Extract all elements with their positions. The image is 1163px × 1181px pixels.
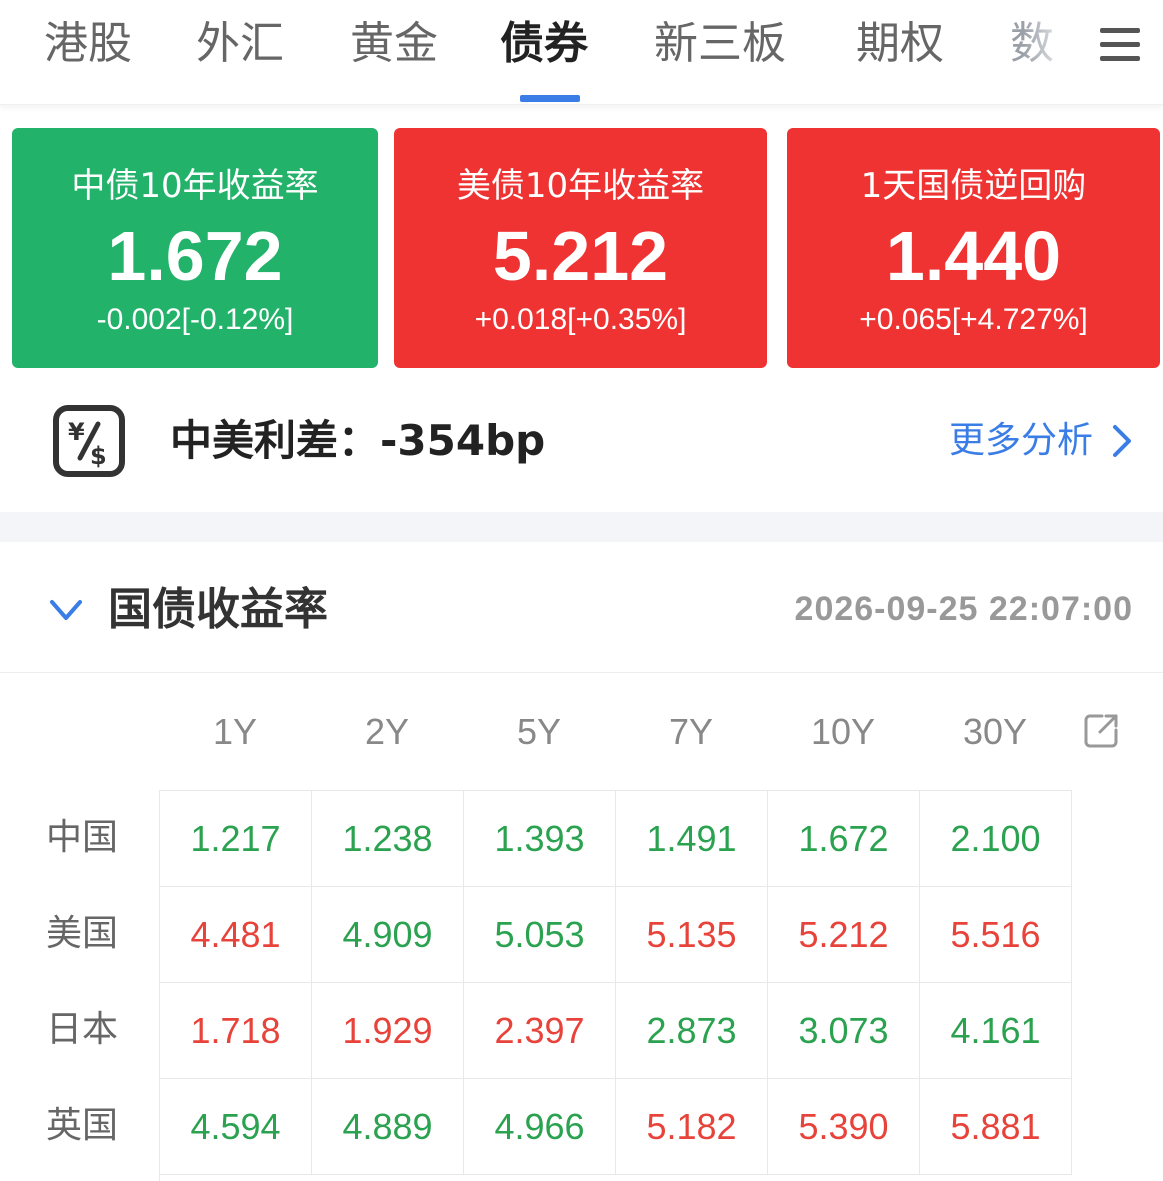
section-title: 国债收益率 bbox=[108, 584, 328, 635]
tab-gold[interactable]: 黄金 bbox=[350, 14, 438, 74]
yield-cell[interactable]: 4.889 bbox=[312, 1079, 464, 1175]
tab-new-third-board[interactable]: 新三板 bbox=[654, 14, 786, 74]
card-us-10y-yield[interactable]: 美债10年收益率 5.212 +0.018[+0.35%] bbox=[394, 128, 767, 368]
svg-text:$: $ bbox=[90, 442, 107, 470]
card-value: 1.440 bbox=[885, 217, 1062, 295]
more-analysis-label: 更多分析 bbox=[948, 420, 1093, 461]
yield-cell[interactable]: 5.390 bbox=[768, 1079, 920, 1175]
yield-cell[interactable]: 1.491 bbox=[616, 791, 768, 887]
column-header-10y: 10Y bbox=[810, 711, 876, 752]
yield-cell[interactable]: 1.217 bbox=[160, 791, 312, 887]
tab-clipped[interactable]: 数 bbox=[1010, 14, 1078, 74]
yield-cell[interactable]: 1.718 bbox=[160, 983, 312, 1079]
card-value: 5.212 bbox=[492, 217, 669, 295]
yield-table: 1.217 1.238 1.393 1.491 1.672 2.100 4.481 4.909… bbox=[159, 790, 1072, 1181]
row-label-china: 中国 bbox=[46, 817, 119, 858]
column-header-2y: 2Y bbox=[364, 711, 410, 752]
card-change: +0.018[+0.35%] bbox=[474, 303, 687, 336]
tab-bonds[interactable]: 债券 bbox=[500, 14, 588, 74]
yield-cell[interactable]: 2.397 bbox=[464, 983, 616, 1079]
divider bbox=[0, 672, 1163, 673]
card-change: -0.002[-0.12%] bbox=[96, 303, 294, 336]
column-header-5y: 5Y bbox=[516, 711, 562, 752]
hamburger-icon[interactable] bbox=[1096, 22, 1144, 66]
yield-cell[interactable]: 4.481 bbox=[160, 887, 312, 983]
yield-cell[interactable]: 5.135 bbox=[616, 887, 768, 983]
tab-hk-stocks[interactable]: 港股 bbox=[44, 14, 132, 74]
yield-cell[interactable]: 4.161 bbox=[920, 983, 1072, 1079]
yield-cell[interactable]: 5.516 bbox=[920, 887, 1072, 983]
yield-cell[interactable]: 5.182 bbox=[616, 1079, 768, 1175]
yield-cell[interactable]: 5.212 bbox=[768, 887, 920, 983]
row-label-uk: 英国 bbox=[46, 1105, 119, 1146]
yield-cell[interactable]: 5.053 bbox=[464, 887, 616, 983]
active-tab-indicator bbox=[520, 95, 580, 102]
card-1d-reverse-repo[interactable]: 1天国债逆回购 1.440 +0.065[+4.727%] bbox=[787, 128, 1160, 368]
section-separator bbox=[0, 512, 1163, 542]
yield-cell[interactable]: 1.672 bbox=[768, 791, 920, 887]
row-label-usa: 美国 bbox=[46, 913, 119, 954]
column-header-7y: 7Y bbox=[668, 711, 714, 752]
tab-options[interactable]: 期权 bbox=[856, 14, 944, 74]
currency-exchange-icon: ¥ $ bbox=[53, 405, 125, 477]
yield-cell[interactable]: 4.909 bbox=[312, 887, 464, 983]
tab-list: 港股 外汇 黄金 债券 新三板 期权 数 bbox=[0, 0, 1080, 104]
more-analysis-link[interactable]: 更多分析 bbox=[949, 414, 1133, 468]
column-header-30y: 30Y bbox=[962, 711, 1028, 752]
top-tab-bar: 港股 外汇 黄金 债券 新三板 期权 数 bbox=[0, 0, 1163, 105]
card-title: 1天国债逆回购 bbox=[860, 166, 1087, 206]
chevron-down-icon[interactable] bbox=[48, 592, 84, 628]
svg-text:¥: ¥ bbox=[68, 418, 85, 446]
card-change: +0.065[+4.727%] bbox=[859, 303, 1088, 336]
yield-cell[interactable]: 2.100 bbox=[920, 791, 1072, 887]
card-value: 1.672 bbox=[107, 217, 283, 295]
tab-forex[interactable]: 外汇 bbox=[196, 14, 284, 74]
card-cn-10y-yield[interactable]: 中债10年收益率 1.672 -0.002[-0.12%] bbox=[12, 128, 378, 368]
external-link-icon[interactable] bbox=[1082, 712, 1120, 750]
yield-cell[interactable]: 2.873 bbox=[616, 983, 768, 1079]
card-title: 中债10年收益率 bbox=[71, 166, 319, 206]
chevron-right-icon bbox=[1113, 425, 1131, 457]
yield-cell[interactable]: 4.966 bbox=[464, 1079, 616, 1175]
yield-cell[interactable]: 3.073 bbox=[768, 983, 920, 1079]
spread-value: 中美利差：-354bp bbox=[170, 416, 546, 465]
yield-cell[interactable]: 1.238 bbox=[312, 791, 464, 887]
yield-cell[interactable]: 5.881 bbox=[920, 1079, 1072, 1175]
yield-cell[interactable]: 4.594 bbox=[160, 1079, 312, 1175]
update-timestamp: 2026-09-25 22:07:00 bbox=[794, 590, 1133, 628]
yield-cell[interactable]: 1.393 bbox=[464, 791, 616, 887]
card-title: 美债10年收益率 bbox=[456, 166, 705, 206]
column-header-1y: 1Y bbox=[212, 711, 258, 752]
row-label-japan: 日本 bbox=[46, 1009, 119, 1050]
yield-cell[interactable]: 1.929 bbox=[312, 983, 464, 1079]
